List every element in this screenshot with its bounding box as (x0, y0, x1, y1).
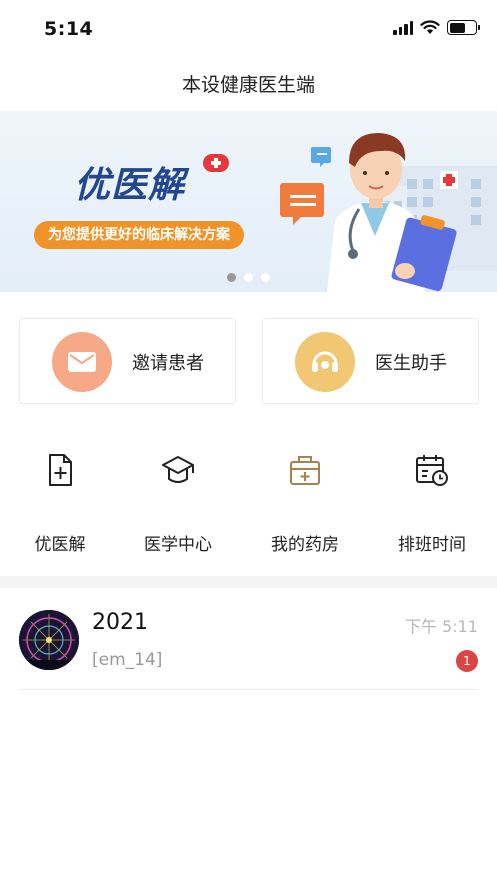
avatar (19, 610, 79, 670)
page-title: 本设健康医生端 (181, 74, 315, 96)
carousel-dots (0, 273, 497, 282)
list-divider (19, 689, 478, 690)
feature-schedule-time[interactable]: 排班时间 (372, 452, 492, 562)
medicine-box-icon (290, 456, 320, 485)
document-add-icon (49, 454, 72, 486)
conversation-name: 2021 (92, 610, 148, 635)
calendar-clock-icon (416, 455, 448, 486)
feature-my-pharmacy[interactable]: 我的药房 (245, 452, 365, 562)
wifi-icon (420, 20, 440, 34)
carousel-dot[interactable] (227, 273, 236, 282)
invite-patient-label: 邀请患者 (132, 353, 204, 374)
banner-slogan: 为您提供更好的临床解决方案 (34, 221, 244, 249)
feature-label: 优医解 (34, 535, 86, 555)
feature-label: 排班时间 (398, 535, 466, 555)
doctor-illustration (280, 133, 497, 292)
mail-icon (52, 332, 112, 392)
doctor-assistant-label: 医生助手 (375, 353, 447, 374)
carousel-dot[interactable] (261, 273, 270, 282)
invite-patient-card[interactable]: 邀请患者 (19, 318, 236, 404)
status-time: 5:14 (44, 18, 94, 40)
feature-label: 医学中心 (144, 535, 212, 555)
carousel-dot[interactable] (244, 273, 253, 282)
cellular-signal-icon (393, 20, 413, 35)
battery-icon (447, 20, 480, 35)
status-icons (393, 20, 480, 35)
section-divider (0, 576, 497, 588)
conversation-preview: [em_14] (92, 650, 163, 670)
feature-label: 我的药房 (271, 535, 339, 555)
conversation-time: 下午 5:11 (404, 617, 478, 636)
feature-youyijie[interactable]: 优医解 (0, 452, 120, 562)
status-bar: 5:14 (0, 0, 497, 58)
unread-badge: 1 (456, 650, 478, 672)
doctor-assistant-card[interactable]: 医生助手 (262, 318, 479, 404)
headset-icon (295, 332, 355, 392)
graduation-cap-icon (162, 456, 194, 483)
feature-medical-center[interactable]: 医学中心 (118, 452, 238, 562)
conversation-item[interactable]: 2021 [em_14] 下午 5:11 1 (0, 590, 497, 690)
medical-cross-icon (203, 154, 229, 172)
banner-carousel[interactable]: 优医解 为您提供更好的临床解决方案 (0, 111, 497, 292)
banner-brand: 优医解 (74, 165, 186, 206)
